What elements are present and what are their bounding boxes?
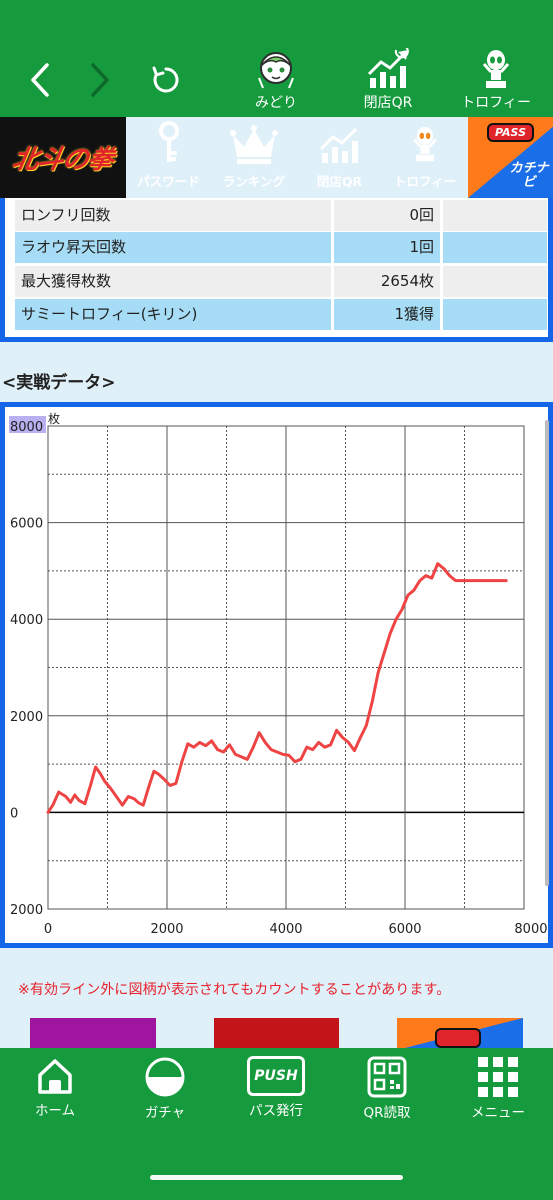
reload-button[interactable] (146, 52, 186, 108)
y-tick-label: 8000 (10, 420, 43, 435)
x-tick-label: 4000 (269, 922, 302, 937)
bottom-nav-pass-issue-label: パス発行 (249, 1103, 303, 1119)
x-tick-label: 0 (44, 922, 52, 937)
gacha-icon (145, 1057, 185, 1097)
stats-value: 2654枚 (334, 266, 440, 297)
stats-value: 0回 (334, 200, 440, 231)
bottom-nav-home-label: ホーム (34, 1103, 76, 1119)
banner-kachinavi[interactable] (397, 1018, 523, 1050)
bottom-nav-gacha-label: ガチャ (144, 1105, 186, 1121)
bottom-nav-qr-read[interactable]: QR読取 (332, 1056, 442, 1121)
pass-badge: PASS (486, 123, 535, 142)
menu-tile-password[interactable]: パスワード (126, 117, 211, 198)
menu-strip: 北斗の拳 パスワード ランキング 閉店QR トロフィー PASS カチナビ (0, 117, 553, 198)
x-tick-label: 8000G (514, 922, 548, 937)
back-button[interactable] (20, 52, 60, 108)
stats-extra-cell (443, 232, 547, 263)
trophy-figure-icon (482, 50, 510, 88)
banner-purple[interactable] (30, 1018, 156, 1050)
x-tick-label: 6000 (388, 922, 421, 937)
stats-table: ロンフリ回数 0回 ラオウ昇天回数 1回 最大獲得枚数 2654枚 サミートロフ… (0, 198, 553, 342)
bottom-nav-menu-label: メニュー (471, 1105, 525, 1121)
line-chart: 80006000400020000200002000400060008000G枚 (9, 411, 548, 937)
top-nav-midori-label: みどり (255, 95, 297, 111)
stats-label: ラオウ昇天回数 (15, 232, 331, 263)
y-tick-label: 4000 (10, 613, 43, 628)
stats-value: 1回 (334, 232, 440, 263)
chart-scrollbar[interactable] (545, 420, 549, 886)
notice-text: ※有効ライン外に図柄が表示されてもカウントすることがあります。 (18, 982, 451, 998)
y-tick-label: 0 (10, 806, 18, 821)
menu-tile-kachinavi[interactable]: PASS カチナビ (468, 117, 553, 198)
reload-icon (152, 66, 179, 93)
home-indicator (150, 1175, 403, 1180)
y-tick-label: 2000 (10, 903, 43, 918)
y-tick-label: 2000 (10, 710, 43, 725)
top-nav-closing-qr-label: 閉店QR (363, 95, 413, 111)
bottom-nav-menu[interactable]: メニュー (443, 1056, 553, 1121)
trophy-figure-icon (413, 126, 437, 162)
stats-label: ロンフリ回数 (15, 200, 331, 231)
stats-row: 最大獲得枚数 2654枚 (15, 266, 547, 297)
home-icon (38, 1059, 72, 1094)
menu-tile-closing-qr-label: 閉店QR (316, 174, 363, 189)
key-icon (158, 121, 179, 162)
push-badge: PUSH (254, 1068, 298, 1084)
grid-menu-icon (478, 1057, 518, 1097)
menu-tile-password-label: パスワード (137, 174, 200, 189)
trending-chart-icon (367, 48, 409, 88)
crown-icon (230, 125, 278, 164)
trending-chart-icon (319, 127, 358, 163)
stats-extra-cell (443, 266, 547, 297)
forward-button[interactable] (80, 52, 120, 108)
qr-code-icon (367, 1056, 407, 1098)
y-tick-label: 6000 (10, 517, 43, 532)
stats-row: ロンフリ回数 0回 (15, 200, 547, 231)
top-nav-trophy-label: トロフィー (461, 95, 531, 111)
x-tick-label: 2000 (150, 922, 183, 937)
y-unit-label: 枚 (48, 411, 60, 426)
hokuto-logo-tile[interactable]: 北斗の拳 (0, 117, 126, 198)
chevron-right-icon (91, 63, 109, 97)
stats-extra-cell (443, 299, 547, 330)
chart-panel: 80006000400020000200002000400060008000G枚 (0, 402, 553, 948)
character-icon (258, 52, 294, 89)
stats-row: サミートロフィー(キリン) 1獲得 (15, 299, 547, 330)
stats-label: サミートロフィー(キリン) (15, 299, 331, 330)
stats-value: 1獲得 (334, 299, 440, 330)
bottom-nav-qr-read-label: QR読取 (363, 1105, 411, 1121)
top-nav-closing-qr[interactable]: 閉店QR (338, 48, 438, 114)
stats-row: ラオウ昇天回数 1回 (15, 232, 547, 263)
menu-tile-trophy-label: トロフィー (393, 174, 457, 189)
menu-tile-ranking[interactable]: ランキング (211, 117, 297, 198)
top-nav-trophy[interactable]: トロフィー (446, 48, 546, 114)
bottom-nav-pass-issue[interactable]: PUSH パス発行 (221, 1056, 331, 1119)
section-title: <実戦データ> (2, 373, 116, 393)
kachinavi-logo: カチナビ (509, 161, 549, 190)
chevron-left-icon (31, 63, 49, 97)
stats-extra-cell (443, 200, 547, 231)
menu-tile-ranking-label: ランキング (222, 174, 286, 189)
top-toolbar: みどり 閉店QR トロフィー (0, 0, 553, 117)
hokuto-logo: 北斗の拳 (9, 145, 116, 175)
bottom-nav-home[interactable]: ホーム (0, 1056, 110, 1119)
stats-label: 最大獲得枚数 (15, 266, 331, 297)
top-nav-midori[interactable]: みどり (226, 48, 326, 114)
bottom-nav-gacha[interactable]: ガチャ (110, 1056, 220, 1121)
push-pass-icon: PUSH (247, 1056, 305, 1096)
menu-tile-trophy[interactable]: トロフィー (382, 117, 468, 198)
banner-red[interactable] (214, 1018, 339, 1050)
menu-tile-closing-qr[interactable]: 閉店QR (297, 117, 382, 198)
